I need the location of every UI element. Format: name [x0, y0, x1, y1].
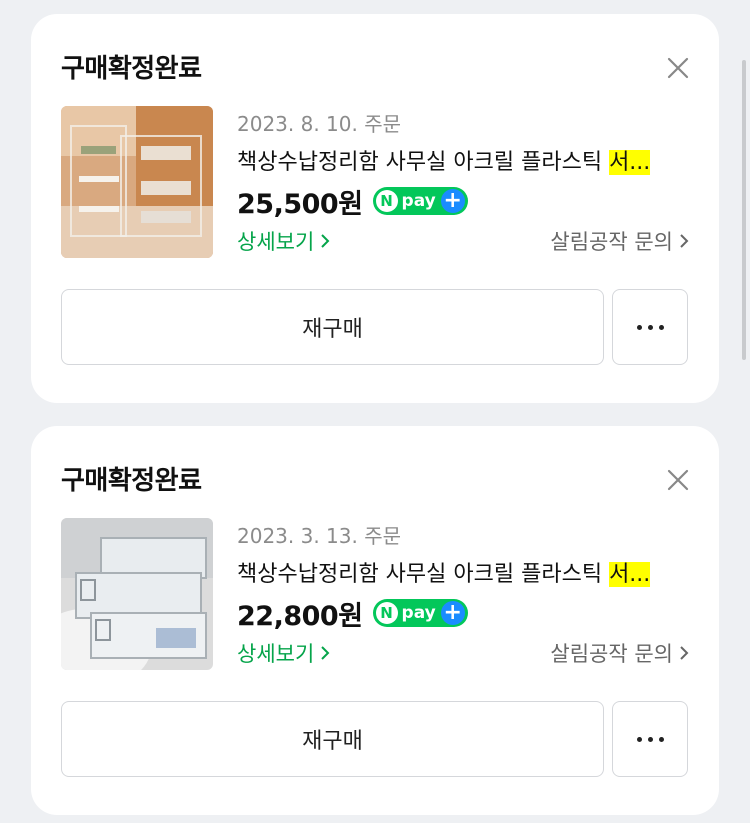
order-status: 구매확정완료 [61, 466, 202, 496]
product-title[interactable]: 책상수납정리함 사무실 아크릴 플라스틱 서... [237, 556, 685, 588]
close-icon[interactable] [664, 54, 692, 82]
product-thumbnail[interactable] [61, 106, 213, 258]
more-dots-icon [636, 324, 642, 330]
more-dots-icon [636, 736, 642, 742]
product-thumbnail[interactable] [61, 518, 213, 670]
title-text: 책상수납정리함 사무실 아크릴 플라스틱 [237, 150, 610, 175]
title-highlight: 서... [609, 562, 651, 587]
title-highlight: 서... [609, 150, 651, 175]
chevron-right-icon [680, 646, 689, 660]
inquiry-label: 살림공작 문의 [550, 230, 673, 254]
rebuy-button[interactable]: 재구매 [61, 701, 604, 777]
price-row: 22,800원 N pay + [237, 594, 468, 632]
price: 22,800원 [237, 600, 363, 632]
more-options-button[interactable] [612, 289, 688, 365]
detail-label: 상세보기 [237, 230, 315, 254]
chevron-right-icon [321, 234, 330, 248]
detail-label: 상세보기 [237, 642, 315, 666]
npay-label: pay [401, 603, 436, 623]
title-text: 책상수납정리함 사무실 아크릴 플라스틱 [237, 562, 610, 587]
product-title[interactable]: 책상수납정리함 사무실 아크릴 플라스틱 서... [237, 144, 685, 176]
order-card: 구매확정완료 2023. 8. 10. 주문 책상수납정리함 사무실 아크릴 플… [31, 14, 719, 403]
npay-n-icon: N [375, 190, 398, 212]
order-date: 2023. 8. 10. 주문 [237, 112, 402, 136]
npay-plus-badge: N pay + [372, 599, 468, 627]
order-status: 구매확정완료 [61, 54, 202, 84]
plus-icon: + [440, 189, 465, 213]
chevron-right-icon [680, 234, 689, 248]
chevron-right-icon [321, 646, 330, 660]
npay-label: pay [401, 191, 436, 211]
npay-n-icon: N [375, 602, 398, 624]
price-row: 25,500원 N pay + [237, 182, 468, 220]
order-date: 2023. 3. 13. 주문 [237, 524, 402, 548]
scrollbar[interactable] [742, 60, 746, 360]
detail-link[interactable]: 상세보기 [237, 638, 330, 668]
seller-inquiry-link[interactable]: 살림공작 문의 [550, 638, 689, 668]
inquiry-label: 살림공작 문의 [550, 642, 673, 666]
seller-inquiry-link[interactable]: 살림공작 문의 [550, 226, 689, 256]
more-options-button[interactable] [612, 701, 688, 777]
rebuy-button[interactable]: 재구매 [61, 289, 604, 365]
detail-link[interactable]: 상세보기 [237, 226, 330, 256]
order-card: 구매확정완료 2023. 3. 13. 주문 책상수납정리함 사무실 아크릴 플… [31, 426, 719, 815]
close-icon[interactable] [664, 466, 692, 494]
plus-icon: + [440, 601, 465, 625]
price: 25,500원 [237, 188, 363, 220]
npay-plus-badge: N pay + [372, 187, 468, 215]
